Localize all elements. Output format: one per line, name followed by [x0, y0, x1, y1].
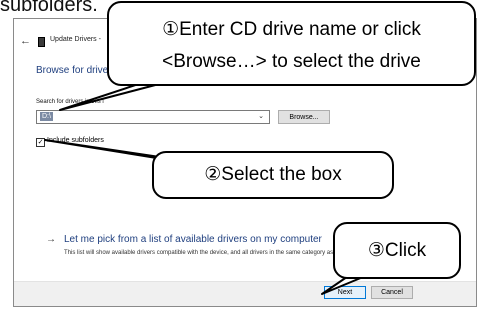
callout-step1-line2: <Browse…> to select the drive — [162, 51, 421, 72]
callout-step2: ②Select the box — [152, 151, 394, 199]
callout-step1: ①Enter CD drive name or click <Browse…> … — [107, 1, 476, 86]
callout-step3: ③Click — [333, 222, 461, 279]
callout-step1-line1: ①Enter CD drive name or click — [162, 19, 421, 40]
